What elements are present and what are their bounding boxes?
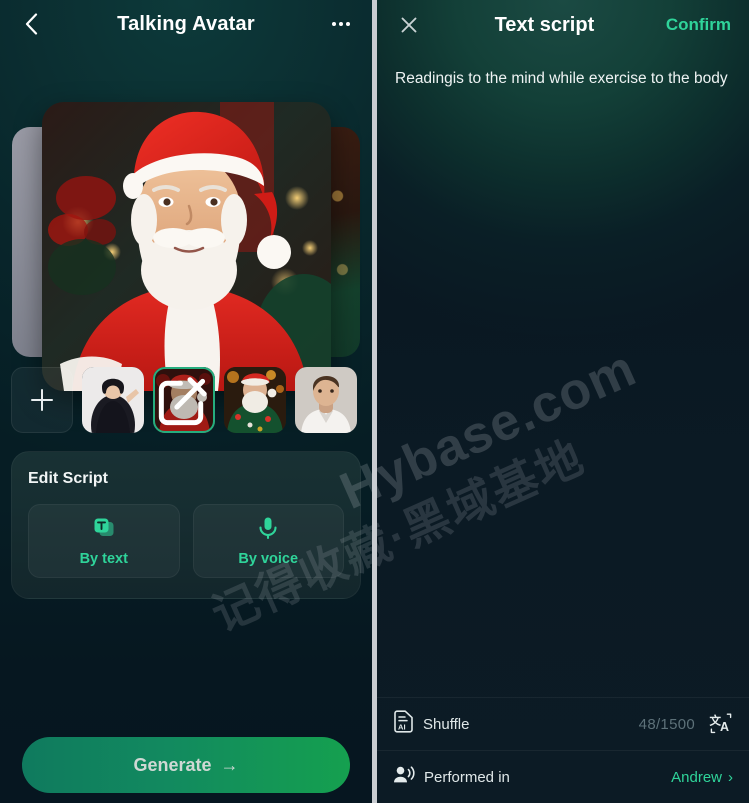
page-title: Talking Avatar bbox=[117, 12, 255, 35]
ai-doc-icon: AI bbox=[393, 710, 414, 738]
svg-text:A: A bbox=[720, 720, 729, 734]
microphone-icon bbox=[255, 515, 281, 546]
by-voice-button[interactable]: By voice bbox=[192, 504, 344, 578]
thumbnail-woman-black-dress[interactable] bbox=[82, 367, 144, 433]
by-text-button[interactable]: By text bbox=[28, 504, 180, 578]
avatar-preview[interactable] bbox=[42, 102, 331, 391]
shuffle-row: AI Shuffle 48/1500 文 A bbox=[377, 697, 749, 750]
edit-script-card: Edit Script By text By voice bbox=[11, 451, 361, 599]
arrow-right-icon: → bbox=[220, 754, 239, 775]
text-card-icon bbox=[91, 515, 117, 546]
plus-icon bbox=[31, 389, 53, 411]
more-horizontal-icon[interactable] bbox=[326, 9, 356, 39]
script-footer: AI Shuffle 48/1500 文 A Performed in Andr… bbox=[377, 697, 749, 803]
svg-text:AI: AI bbox=[398, 722, 406, 731]
generate-label: Generate bbox=[133, 754, 212, 775]
confirm-button[interactable]: Confirm bbox=[666, 15, 731, 35]
app-root: Talking Avatar Edit Script By text By vo… bbox=[0, 0, 749, 803]
thumbnail-santa-red-suit[interactable] bbox=[153, 367, 215, 433]
edit-square-icon[interactable] bbox=[153, 367, 215, 433]
avatar-carousel[interactable] bbox=[0, 50, 372, 391]
thumbnail-santa-green-sweater[interactable] bbox=[224, 367, 286, 433]
performed-in-group: Performed in bbox=[393, 765, 510, 790]
by-text-label: By text bbox=[79, 551, 128, 567]
performed-in-row[interactable]: Performed in Andrew › bbox=[377, 750, 749, 803]
right-header: Text script Confirm bbox=[377, 0, 749, 50]
edit-script-options: By text By voice bbox=[28, 504, 344, 578]
script-panel-title: Text script bbox=[494, 13, 595, 36]
voice-value[interactable]: Andrew bbox=[671, 769, 722, 786]
translate-icon[interactable]: 文 A bbox=[709, 712, 733, 736]
performed-in-label: Performed in bbox=[424, 768, 510, 786]
shuffle-label: Shuffle bbox=[423, 715, 470, 733]
thumbnail-man-white-shirt[interactable] bbox=[295, 367, 357, 433]
text-script-panel: Text script Confirm Readingis to the min… bbox=[377, 0, 749, 803]
talking-avatar-panel: Talking Avatar Edit Script By text By vo… bbox=[0, 0, 372, 803]
edit-script-title: Edit Script bbox=[28, 470, 109, 487]
char-counter: 48/1500 bbox=[638, 715, 695, 733]
left-header: Talking Avatar bbox=[0, 0, 372, 48]
back-icon[interactable] bbox=[16, 9, 46, 39]
voice-person-icon bbox=[393, 765, 415, 790]
shuffle-button[interactable]: AI Shuffle bbox=[393, 710, 469, 738]
generate-button[interactable]: Generate → bbox=[22, 737, 350, 793]
add-avatar-button[interactable] bbox=[11, 367, 73, 433]
by-voice-label: By voice bbox=[238, 551, 299, 567]
generate-area: Generate → bbox=[0, 737, 372, 793]
avatar-thumbnail-strip[interactable] bbox=[0, 367, 372, 433]
script-textarea[interactable]: Readingis to the mind while exercise to … bbox=[377, 50, 749, 91]
close-icon[interactable] bbox=[395, 11, 423, 39]
chevron-right-icon[interactable]: › bbox=[728, 769, 733, 786]
